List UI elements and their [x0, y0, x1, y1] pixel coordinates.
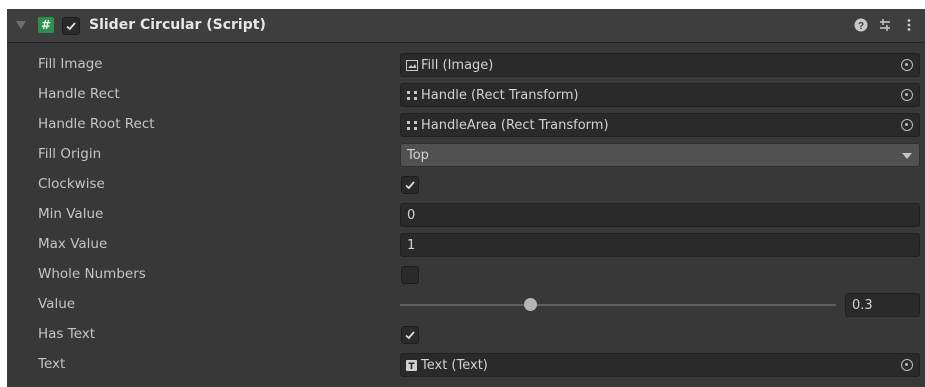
min-value-input[interactable]: 0 — [400, 203, 920, 227]
checkmark-icon — [405, 181, 415, 190]
handle-root-rect-field[interactable]: HandleArea (Rect Transform) — [400, 113, 920, 137]
script-icon: # — [38, 17, 54, 33]
min-value-row: Min Value 0 — [7, 200, 925, 230]
clockwise-label: Clockwise — [38, 176, 105, 192]
inspector-component-panel: # Slider Circular (Script) ? Fill Image — [7, 9, 925, 387]
value-row: Value 0.3 — [7, 290, 925, 320]
value-input[interactable]: 0.3 — [845, 293, 920, 317]
object-picker-icon[interactable] — [901, 89, 913, 101]
has-text-checkbox[interactable] — [401, 326, 419, 344]
fill-origin-dropdown[interactable]: Top — [400, 143, 920, 167]
fill-origin-label: Fill Origin — [38, 146, 102, 162]
help-icon[interactable]: ? — [854, 18, 868, 32]
preset-icon[interactable] — [878, 18, 892, 32]
min-value-value: 0 — [407, 208, 416, 223]
object-picker-icon[interactable] — [901, 119, 913, 131]
checkmark-icon — [405, 331, 415, 340]
handle-rect-row: Handle Rect Handle (Rect Transform) — [7, 80, 925, 110]
handle-rect-label: Handle Rect — [38, 86, 120, 102]
checkmark-icon — [66, 22, 76, 31]
image-icon — [406, 60, 418, 71]
clockwise-checkbox[interactable] — [401, 176, 419, 194]
rect-transform-icon — [407, 121, 417, 130]
max-value-value: 1 — [407, 238, 416, 253]
text-icon — [406, 360, 417, 371]
value-label: Value — [38, 296, 76, 312]
text-value: Text (Text) — [421, 358, 488, 373]
fill-image-value: Fill (Image) — [421, 58, 494, 73]
svg-text:?: ? — [858, 21, 864, 32]
has-text-row: Has Text — [7, 320, 925, 350]
handle-root-rect-row: Handle Root Rect HandleArea (Rect Transf… — [7, 110, 925, 140]
whole-numbers-checkbox[interactable] — [401, 266, 419, 284]
object-picker-icon[interactable] — [901, 59, 913, 71]
handle-rect-field[interactable]: Handle (Rect Transform) — [400, 83, 920, 107]
rect-transform-icon — [407, 91, 417, 100]
fill-image-field[interactable]: Fill (Image) — [400, 53, 920, 77]
foldout-arrow-icon[interactable] — [16, 21, 26, 29]
has-text-label: Has Text — [38, 326, 96, 342]
text-field[interactable]: Text (Text) — [400, 353, 920, 377]
fill-origin-row: Fill Origin Top — [7, 140, 925, 170]
component-title: Slider Circular (Script) — [89, 17, 266, 33]
text-row: Text Text (Text) — [7, 350, 925, 380]
whole-numbers-label: Whole Numbers — [38, 266, 146, 282]
handle-rect-value: Handle (Rect Transform) — [421, 88, 579, 103]
max-value-input[interactable]: 1 — [400, 233, 920, 257]
handle-root-rect-label: Handle Root Rect — [38, 116, 155, 132]
max-value-label: Max Value — [38, 236, 108, 252]
fill-image-label: Fill Image — [38, 56, 103, 72]
handle-root-rect-value: HandleArea (Rect Transform) — [421, 118, 609, 133]
clockwise-row: Clockwise — [7, 170, 925, 200]
max-value-row: Max Value 1 — [7, 230, 925, 260]
chevron-down-icon — [902, 153, 912, 159]
text-label: Text — [38, 356, 66, 372]
object-picker-icon[interactable] — [901, 359, 913, 371]
min-value-label: Min Value — [38, 206, 104, 222]
value-value: 0.3 — [852, 298, 873, 313]
component-header[interactable]: # Slider Circular (Script) ? — [7, 9, 925, 43]
fill-image-row: Fill Image Fill (Image) — [7, 50, 925, 80]
whole-numbers-row: Whole Numbers — [7, 260, 925, 290]
value-slider-track[interactable] — [400, 304, 836, 306]
kebab-menu-icon[interactable] — [902, 18, 916, 32]
value-slider-handle[interactable] — [524, 298, 538, 311]
fill-origin-value: Top — [407, 148, 429, 163]
component-enabled-checkbox[interactable] — [62, 17, 80, 35]
